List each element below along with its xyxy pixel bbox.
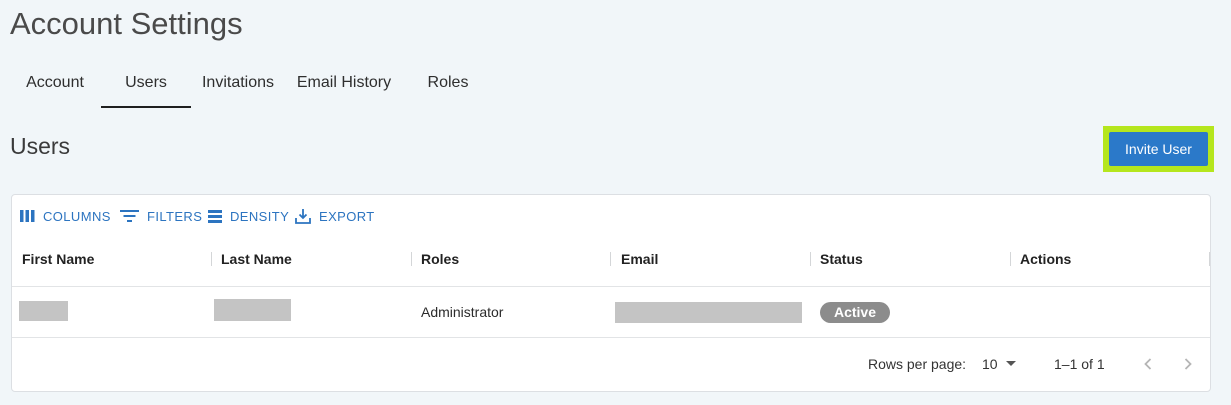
filters-button[interactable]: FILTERS [120, 207, 202, 225]
redacted-first-name [19, 301, 68, 321]
column-header-status[interactable]: Status [820, 235, 863, 287]
users-data-grid: COLUMNS FILTERS DENSITY EXPORT First Nam… [11, 194, 1211, 392]
tab-invitations[interactable]: Invitations [195, 60, 281, 108]
role-cell: Administrator [421, 304, 504, 320]
chevron-right-icon [1184, 358, 1192, 370]
filters-label: FILTERS [147, 208, 203, 224]
column-header-email[interactable]: Email [621, 235, 658, 287]
columns-label: COLUMNS [43, 208, 111, 224]
column-header-first-name[interactable]: First Name [22, 235, 94, 287]
tab-users[interactable]: Users [101, 60, 191, 108]
chevron-left-icon [1144, 358, 1152, 370]
density-label: DENSITY [230, 208, 290, 224]
section-title: Users [10, 133, 71, 159]
column-separator[interactable] [411, 252, 412, 266]
redacted-last-name [214, 299, 291, 321]
invite-button-highlight: Invite User [1103, 126, 1214, 172]
rows-per-page-value: 10 [982, 356, 998, 372]
dropdown-arrow-icon [1005, 361, 1016, 366]
page-title: Account Settings [10, 6, 243, 41]
redacted-email [615, 302, 802, 323]
pagination-range: 1–1 of 1 [1054, 356, 1105, 372]
column-separator[interactable] [1209, 252, 1210, 266]
filter-icon [120, 210, 139, 222]
column-separator[interactable] [810, 252, 811, 266]
table-row[interactable]: Administrator Active [12, 287, 1210, 338]
column-header-roles[interactable]: Roles [421, 235, 459, 287]
columns-button[interactable]: COLUMNS [20, 207, 111, 225]
table-header-row: First Name Last Name Roles Email Status … [12, 235, 1210, 287]
export-button[interactable]: EXPORT [295, 207, 375, 225]
status-badge: Active [820, 302, 890, 323]
tab-roles[interactable]: Roles [420, 60, 476, 108]
column-separator[interactable] [211, 252, 212, 266]
invite-user-button[interactable]: Invite User [1109, 132, 1208, 166]
next-page-button[interactable] [1178, 354, 1198, 374]
column-header-actions: Actions [1020, 251, 1072, 267]
rows-per-page-label: Rows per page: [868, 356, 967, 372]
export-label: EXPORT [319, 208, 375, 224]
columns-icon [20, 210, 35, 222]
tab-account[interactable]: Account [8, 60, 102, 108]
density-icon [208, 209, 222, 223]
pagination-footer: Rows per page: 10 1–1 of 1 [12, 338, 1210, 392]
previous-page-button[interactable] [1138, 354, 1158, 374]
rows-per-page-select[interactable]: 10 [982, 352, 1016, 376]
density-button[interactable]: DENSITY [208, 207, 289, 225]
account-settings-page: Account Settings Account Users Invitatio… [0, 0, 1231, 405]
export-icon [295, 208, 311, 224]
tab-email-history[interactable]: Email History [292, 60, 396, 108]
column-separator[interactable] [610, 252, 611, 266]
column-header-last-name[interactable]: Last Name [221, 235, 292, 287]
column-separator[interactable] [1010, 252, 1011, 266]
